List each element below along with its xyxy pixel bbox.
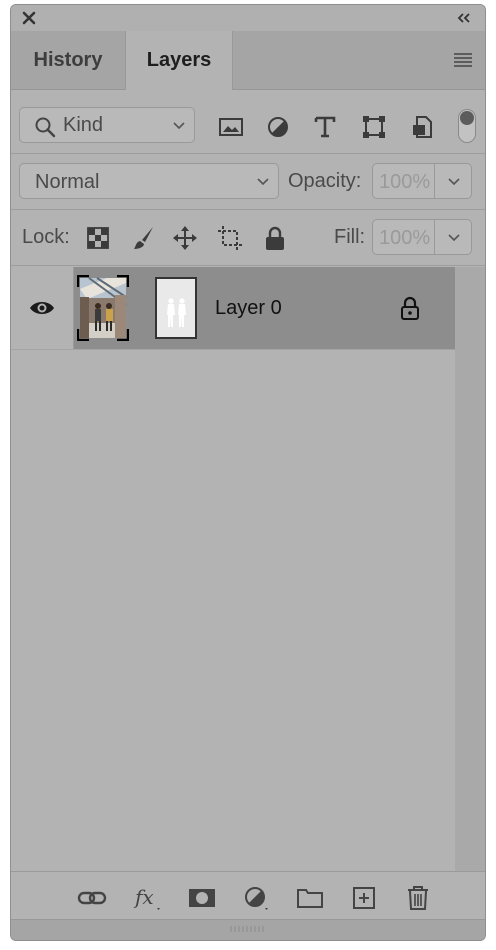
panel-resize-bar[interactable]: [11, 919, 485, 940]
lock-position-icon[interactable]: [172, 225, 198, 251]
new-group-folder-icon[interactable]: [295, 885, 325, 911]
layer-locked-icon: [401, 296, 419, 320]
filter-kind-label: Kind: [63, 114, 104, 136]
layer-filter-row: Kind: [11, 89, 485, 154]
lock-label: Lock:: [22, 226, 70, 248]
filter-toggle[interactable]: [458, 109, 476, 143]
layer-name[interactable]: Layer 0: [215, 297, 282, 320]
layers-bottom-toolbar: fx: [11, 871, 485, 924]
tab-history[interactable]: History: [11, 31, 125, 89]
search-icon: [35, 117, 56, 138]
filter-toggle-knob: [460, 111, 474, 125]
opacity-field[interactable]: 100%: [372, 163, 472, 199]
add-mask-icon[interactable]: [187, 885, 217, 911]
pixel-layer-filter-icon[interactable]: [218, 115, 244, 139]
fill-label[interactable]: Fill:: [334, 226, 365, 249]
divider: [434, 220, 435, 254]
panel-title-bar: [11, 5, 485, 31]
blend-mode-value: Normal: [35, 171, 100, 193]
blend-mode-select[interactable]: Normal: [19, 163, 279, 199]
divider: [434, 164, 435, 198]
opacity-label[interactable]: Opacity:: [288, 170, 361, 193]
visibility-column[interactable]: [11, 267, 74, 349]
lock-image-pixels-icon[interactable]: [131, 225, 157, 251]
chevron-down-icon[interactable]: [447, 175, 461, 189]
smart-object-filter-icon[interactable]: [410, 115, 436, 139]
layers-scrollbar[interactable]: [455, 267, 485, 871]
new-layer-icon[interactable]: [349, 885, 379, 911]
fill-value: 100%: [379, 227, 431, 249]
filter-kind-select[interactable]: Kind: [19, 107, 195, 143]
chevron-down-icon: [257, 178, 269, 186]
type-layer-filter-icon[interactable]: [312, 115, 338, 139]
delete-layer-icon[interactable]: [403, 885, 433, 911]
lock-transparent-pixels-icon[interactable]: [85, 225, 111, 251]
blend-row: Normal Opacity: 100%: [11, 153, 485, 210]
lock-artboard-icon[interactable]: [217, 225, 243, 251]
collapse-panel-icon[interactable]: [455, 11, 473, 25]
resize-grip-icon[interactable]: [228, 925, 268, 933]
lock-row: Lock: Fill: 100%: [11, 209, 485, 266]
layer-style-fx-icon[interactable]: fx: [133, 885, 163, 911]
new-adjustment-layer-icon[interactable]: [241, 885, 271, 911]
adjustment-layer-filter-icon[interactable]: [265, 115, 291, 139]
shape-layer-filter-icon[interactable]: [361, 115, 387, 139]
tab-layers[interactable]: Layers: [125, 31, 233, 90]
panel-menu-icon[interactable]: [453, 53, 473, 67]
layer-image-thumbnail[interactable]: [77, 275, 129, 341]
link-layers-icon[interactable]: [77, 885, 107, 911]
svg-text:fx: fx: [133, 885, 154, 909]
layer-row[interactable]: Layer 0: [11, 267, 455, 350]
layers-list: Layer 0: [11, 267, 455, 871]
close-icon[interactable]: [21, 10, 37, 26]
fill-field[interactable]: 100%: [372, 219, 472, 255]
opacity-value: 100%: [379, 171, 431, 193]
eye-icon[interactable]: [29, 299, 55, 317]
chevron-down-icon[interactable]: [447, 231, 461, 245]
lock-all-icon[interactable]: [262, 225, 288, 251]
panel-tab-bar: History Layers: [11, 31, 485, 90]
layer-mask-thumbnail[interactable]: [155, 277, 197, 339]
chevron-down-icon: [173, 122, 185, 130]
layers-panel: History Layers Kind Normal Opacity: 100%…: [10, 4, 486, 941]
